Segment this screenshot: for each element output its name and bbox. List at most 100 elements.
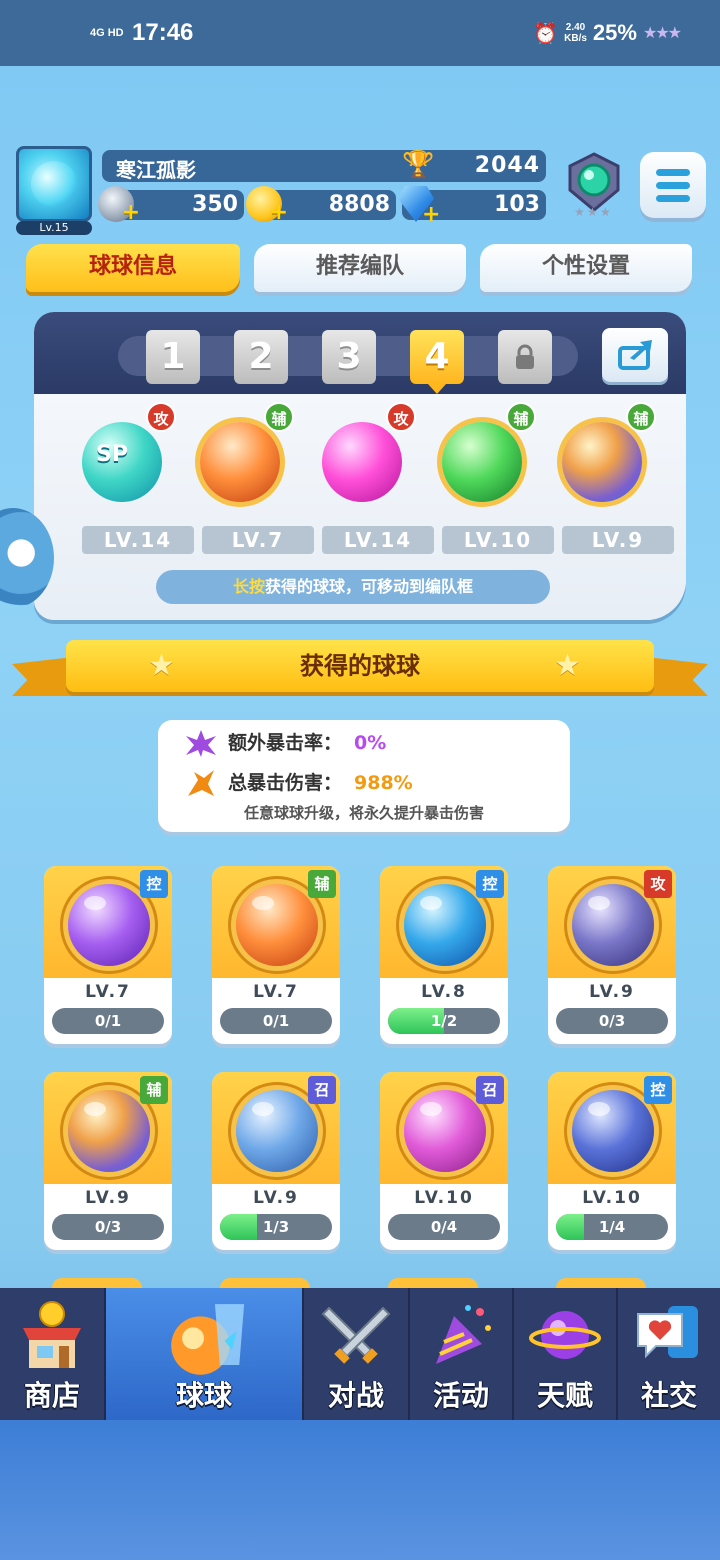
silver-resource[interactable]: + 350: [98, 186, 244, 225]
ball-level: LV.8: [421, 982, 467, 1002]
rank-badge-icon[interactable]: ★ ★ ★: [560, 150, 628, 218]
clock: 17:46: [132, 19, 194, 46]
ball-type-badge: 控: [140, 870, 168, 898]
shield-bolt-ball-icon: [322, 422, 402, 502]
network-speed: 2.40 KB/s: [564, 22, 587, 44]
tab-personal-settings[interactable]: 个性设置: [480, 244, 692, 292]
crit-stats-panel: 额外暴击率： 0% 总暴击伤害： 988% 任意球球升级，将永久提升暴击伤害: [158, 720, 570, 832]
team-slot-1[interactable]: 1: [146, 330, 200, 384]
ball-card[interactable]: 攻 LV.9 0/3: [548, 866, 676, 1044]
crit-note: 任意球球升级，将永久提升暴击伤害: [243, 804, 484, 822]
gold-resource[interactable]: + 8808: [246, 186, 396, 225]
trophy-icon: 🏆: [402, 150, 435, 180]
network-indicator: 4G HD: [90, 27, 124, 39]
lock-icon: [516, 344, 534, 369]
share-button[interactable]: [602, 328, 668, 382]
diamond-resource[interactable]: + 103: [398, 186, 546, 227]
extra-crit-rate-row: 额外暴击率： 0%: [186, 728, 386, 758]
share-icon: [618, 340, 652, 370]
ball-card[interactable]: 召 LV.9 1/3: [212, 1072, 340, 1250]
team-ball-2[interactable]: 辅: [190, 402, 294, 512]
team-slot-3[interactable]: 3: [322, 330, 376, 384]
avatar[interactable]: [16, 146, 92, 222]
arrow-up-ball-icon: [442, 422, 522, 502]
bottom-nav: 商店 球球 对战 活动 天赋 社交: [0, 1288, 720, 1420]
menu-icon: [656, 168, 690, 176]
menu-button[interactable]: [640, 152, 706, 218]
silver-coin-icon: +: [98, 186, 140, 225]
ball-type-badge: 召: [308, 1076, 336, 1104]
team-ball-level: LV.7: [202, 526, 314, 554]
ball-card[interactable]: 控 LV.7 0/1: [44, 866, 172, 1044]
social-icon: [637, 1306, 698, 1359]
party-icon: [436, 1305, 491, 1364]
svg-text:★: ★: [574, 205, 585, 218]
upgrade-progress-text: 0/4: [430, 1218, 458, 1236]
weather-stars-icon: ★★★: [642, 25, 682, 42]
team-slot-4[interactable]: 4: [410, 330, 464, 394]
upgrade-progress-text: 1/3: [262, 1218, 290, 1236]
upgrade-progress-bar: 1/3: [220, 1214, 332, 1240]
team-ball-1[interactable]: SP 攻: [72, 402, 176, 512]
swords-icon: [321, 1306, 391, 1364]
player-name-bar: 寒江孤影 🏆 2044: [102, 150, 546, 182]
ball-type-badge: 召: [476, 1076, 504, 1104]
status-bar: 4G HD 17:46 ⏰ 2.40 KB/s 25% ★★★: [0, 0, 720, 66]
tab-ball-info[interactable]: 球球信息: [26, 244, 240, 292]
player-name: 寒江孤影: [116, 158, 196, 182]
ball-card[interactable]: 辅 LV.7 0/1: [212, 866, 340, 1044]
player-level: Lv.15: [16, 221, 92, 235]
upgrade-progress-bar: 0/4: [388, 1214, 500, 1240]
attack-badge: 攻: [146, 402, 176, 432]
nav-battle[interactable]: 对战: [304, 1288, 408, 1420]
ball-level: LV.9: [589, 982, 635, 1002]
nav-social[interactable]: 社交: [618, 1288, 720, 1420]
attack-badge: 攻: [386, 402, 416, 432]
ball-level: LV.10: [414, 1188, 474, 1208]
ball-icon: [171, 1304, 245, 1375]
drag-hint: 长按获得的球球，可移动到编队框: [156, 570, 550, 604]
svg-text:★: ★: [587, 205, 598, 218]
support-badge: 辅: [506, 402, 536, 432]
shop-icon: [23, 1301, 81, 1368]
ball-card[interactable]: 控 LV.10 1/4: [548, 1072, 676, 1250]
ball-level: LV.10: [582, 1188, 642, 1208]
upgrade-progress-bar: 0/1: [220, 1008, 332, 1034]
upgrade-progress-bar: 0/3: [52, 1214, 164, 1240]
planet-icon: [529, 1311, 601, 1359]
nav-shop[interactable]: 商店: [0, 1288, 104, 1420]
trophy-count: 2044: [474, 153, 540, 178]
ball-level: LV.7: [85, 982, 131, 1002]
nav-talent[interactable]: 天赋: [514, 1288, 616, 1420]
team-ball-3[interactable]: 攻: [312, 402, 416, 512]
gold-coin-icon: +: [246, 186, 288, 225]
ball-card[interactable]: 控 LV.8 1/2: [380, 866, 508, 1044]
ball-level: LV.9: [253, 1188, 299, 1208]
team-ball-5[interactable]: 辅: [552, 402, 656, 512]
team-slot-2[interactable]: 2: [234, 330, 288, 384]
total-crit-damage-row: 总暴击伤害： 988%: [188, 768, 413, 798]
ball-type-badge: 攻: [644, 870, 672, 898]
upgrade-progress-bar: 0/3: [556, 1008, 668, 1034]
team-ball-level: LV.9: [562, 526, 674, 554]
alarm-icon: ⏰: [533, 22, 559, 45]
upgrade-progress-text: 0/3: [598, 1012, 626, 1030]
tab-recommended-team[interactable]: 推荐编队: [254, 244, 466, 292]
ball-card[interactable]: 辅 LV.9 0/3: [44, 1072, 172, 1250]
team-slot-locked[interactable]: [498, 330, 552, 384]
ball-level: LV.7: [253, 982, 299, 1002]
ball-level: LV.9: [85, 1188, 131, 1208]
clone-ball-icon: [562, 422, 642, 502]
support-badge: 辅: [264, 402, 294, 432]
team-ball-4[interactable]: 辅: [432, 402, 536, 512]
ball-type-badge: 辅: [140, 1076, 168, 1104]
upgrade-progress-text: 1/2: [430, 1012, 458, 1030]
upgrade-progress-bar: 1/4: [556, 1214, 668, 1240]
nav-events[interactable]: 活动: [410, 1288, 512, 1420]
svg-text:★: ★: [600, 205, 611, 218]
team-ball-level: LV.14: [322, 526, 434, 554]
ball-card[interactable]: 召 LV.10 0/4: [380, 1072, 508, 1250]
nav-balls[interactable]: 球球: [106, 1288, 302, 1420]
ball-type-badge: 控: [476, 870, 504, 898]
star-icon: ★: [148, 648, 175, 683]
